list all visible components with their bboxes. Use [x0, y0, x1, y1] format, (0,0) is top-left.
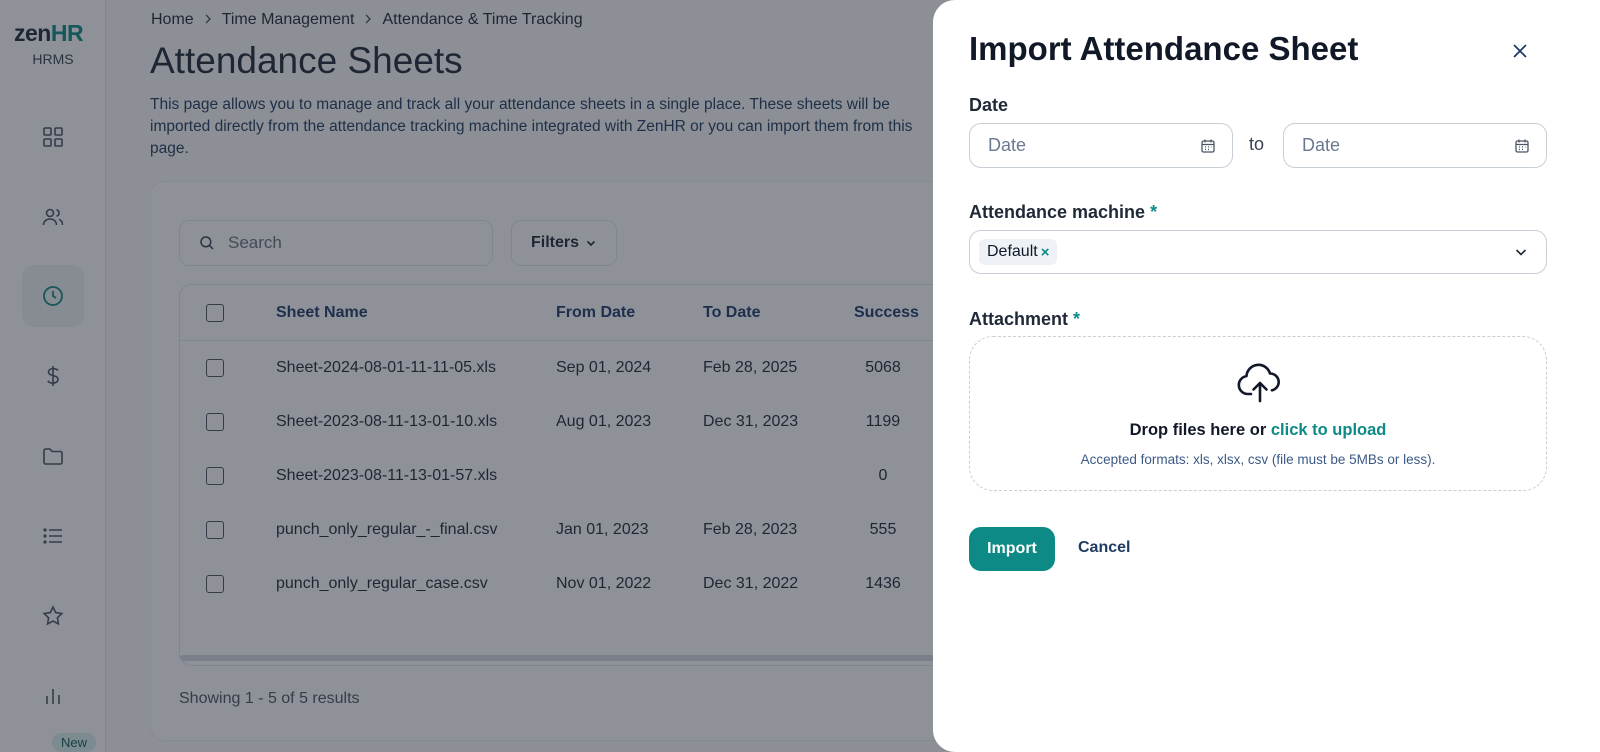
attachment-label: Attachment * [969, 309, 1081, 329]
attendance-machine-select[interactable]: Default × [969, 230, 1547, 274]
to-date-input[interactable]: Date [1283, 123, 1547, 168]
from-date-input[interactable]: Date [969, 123, 1233, 168]
required-mark: * [1150, 202, 1158, 222]
close-icon [1513, 44, 1527, 58]
selected-machine-chip: Default × [979, 239, 1058, 265]
required-mark: * [1073, 309, 1081, 329]
chip-remove-icon[interactable]: × [1041, 244, 1050, 261]
attendance-machine-label: Attendance machine * [969, 202, 1158, 222]
file-dropzone[interactable]: Drop files here or click to upload Accep… [969, 336, 1547, 491]
date-label: Date [969, 95, 1009, 115]
import-button[interactable]: Import [969, 527, 1055, 571]
chip-label: Default [987, 243, 1038, 260]
click-to-upload-link[interactable]: click to upload [1271, 421, 1387, 439]
accepted-formats-hint: Accepted formats: xls, xlsx, csv (file m… [1080, 452, 1436, 467]
drawer-title: Import Attendance Sheet [969, 30, 1359, 67]
calendar-icon[interactable] [1514, 138, 1530, 154]
calendar-icon[interactable] [1200, 138, 1216, 154]
dropzone-text: Drop files here or click to upload [1129, 421, 1387, 439]
close-button[interactable] [1507, 38, 1533, 64]
to-date-placeholder: Date [1302, 135, 1341, 155]
import-drawer: Import Attendance Sheet Date Date to Dat… [933, 0, 1600, 752]
cloud-upload-icon [1237, 363, 1280, 403]
cancel-button[interactable]: Cancel [1078, 539, 1130, 557]
chevron-down-icon[interactable] [1514, 245, 1528, 259]
from-date-placeholder: Date [988, 135, 1027, 155]
date-range-separator: to [1249, 134, 1265, 154]
